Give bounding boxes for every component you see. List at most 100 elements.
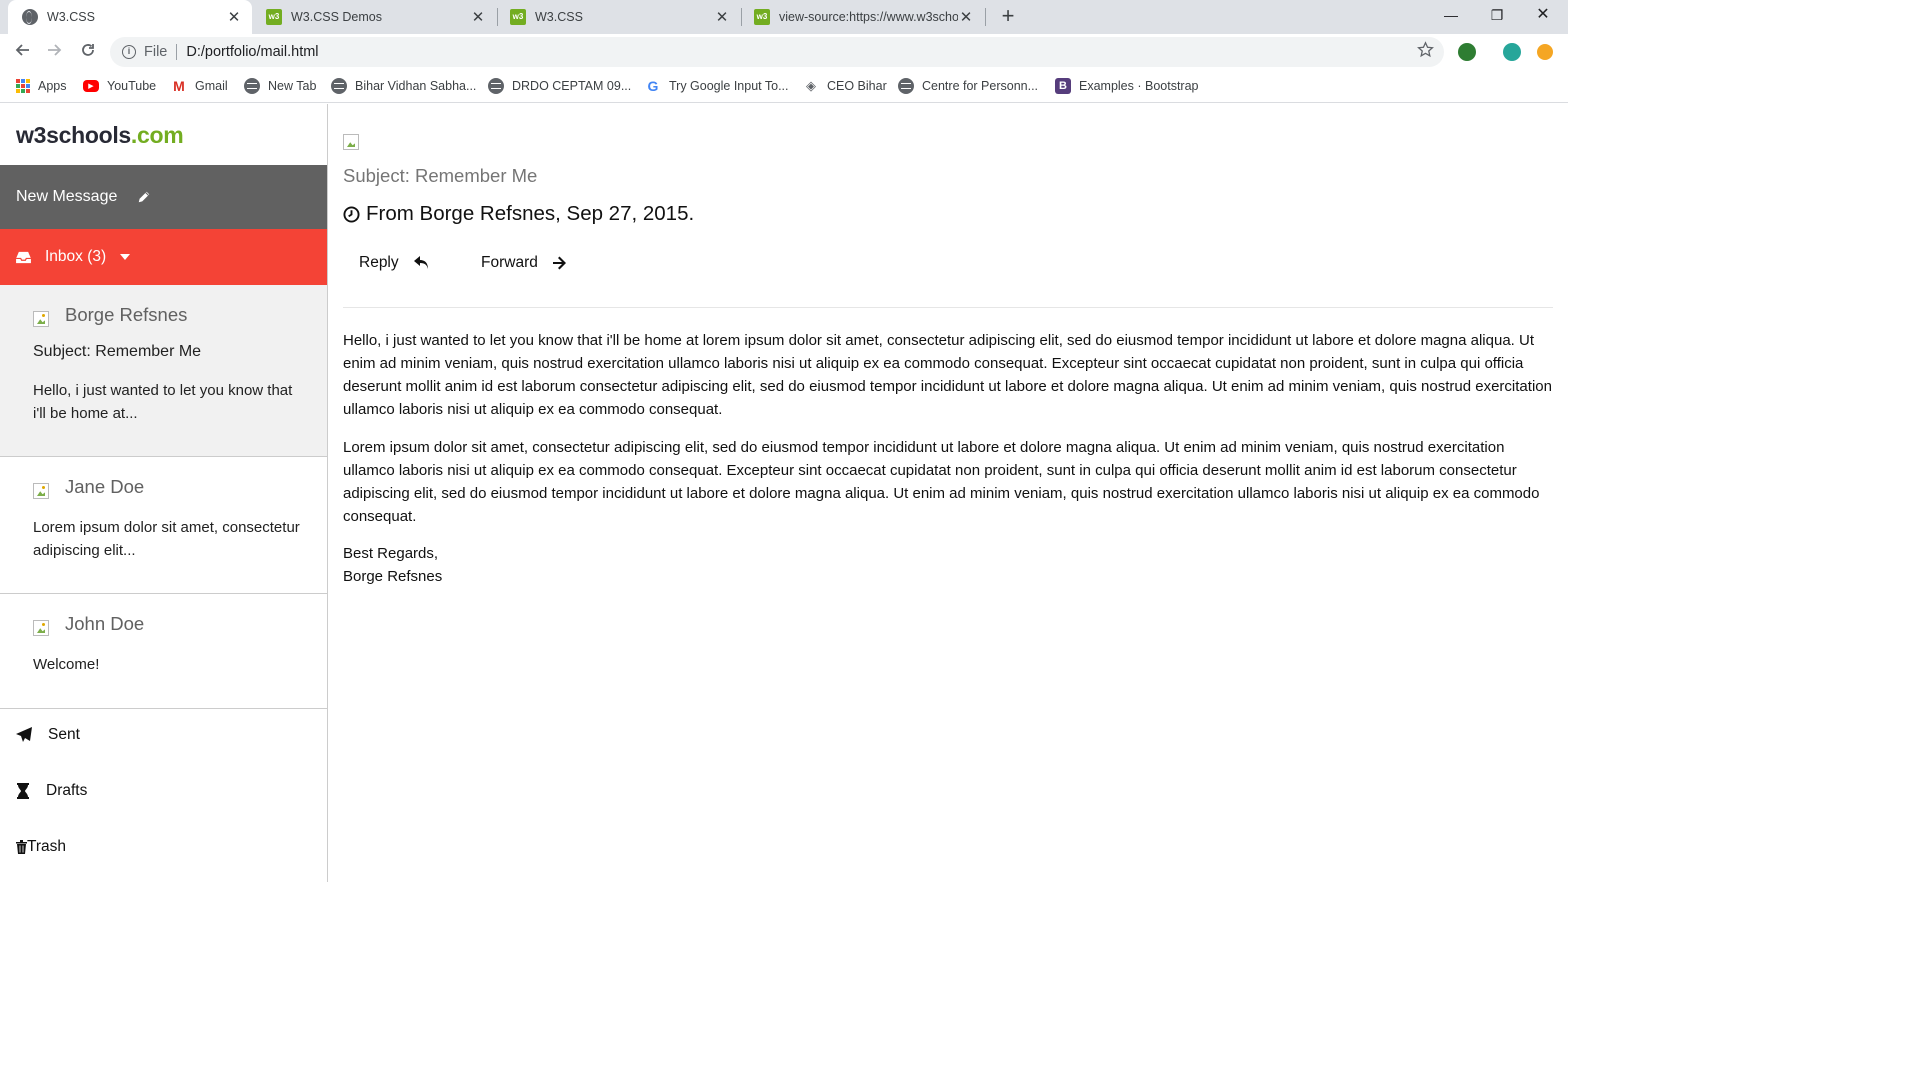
reply-button[interactable]: Reply xyxy=(359,251,430,275)
browser-tab-strip: W3.CSS ✕ w3 W3.CSS Demos ✕ w3 W3.CSS ✕ w… xyxy=(0,0,1568,34)
back-button[interactable] xyxy=(10,40,34,64)
bookmark-label: DRDO CEPTAM 09... xyxy=(512,79,632,93)
bookmark-youtube[interactable]: ▶ YouTube xyxy=(83,77,156,95)
browser-toolbar: i File D:/portfolio/mail.html xyxy=(0,34,1568,70)
bookmark-google-input-tools[interactable]: G Try Google Input To... xyxy=(645,77,789,95)
forward-button[interactable] xyxy=(43,40,67,64)
google-icon: G xyxy=(647,78,659,94)
bookmark-star-icon[interactable] xyxy=(1417,41,1434,63)
nav-label: Sent xyxy=(48,726,80,743)
trash-icon xyxy=(16,840,27,854)
inbox-label: Inbox (3) xyxy=(45,248,107,265)
avatar xyxy=(33,620,49,636)
bookmark-ceo-bihar[interactable]: ◈ CEO Bihar xyxy=(803,77,887,95)
inbox-dropdown-button[interactable]: Inbox (3) xyxy=(0,229,327,285)
bookmark-gmail[interactable]: M Gmail xyxy=(171,77,228,95)
paper-plane-icon xyxy=(16,727,32,742)
avatar xyxy=(33,483,49,499)
clock-icon xyxy=(343,205,360,223)
bookmark-drdo-ceptam[interactable]: DRDO CEPTAM 09... xyxy=(488,77,631,95)
bookmark-label: Gmail xyxy=(195,79,228,93)
message-subject: Subject: Remember Me xyxy=(343,165,538,186)
info-icon[interactable]: i xyxy=(122,45,136,59)
avatar xyxy=(33,311,49,327)
reload-button[interactable] xyxy=(76,40,100,64)
mail-sender: Jane Doe xyxy=(65,476,145,497)
tab-title: W3.CSS xyxy=(535,10,583,24)
address-separator xyxy=(176,44,178,60)
nav-sent[interactable]: Sent xyxy=(16,726,80,744)
profile-avatar-icon[interactable] xyxy=(1503,43,1521,61)
reply-label: Reply xyxy=(359,254,399,271)
mail-item-jane-doe[interactable]: Jane Doe Lorem ipsum dolor sit amet, con… xyxy=(0,457,327,594)
extension-globe-icon[interactable] xyxy=(1458,43,1476,61)
bookmark-bihar-vidhan-sabha[interactable]: Bihar Vidhan Sabha... xyxy=(331,77,476,95)
browser-tab-view-source[interactable]: w3 view-source:https://www.w3schoo ✕ xyxy=(740,0,984,34)
nav-drafts[interactable]: Drafts xyxy=(16,782,87,800)
apps-grid-icon xyxy=(16,79,30,93)
youtube-icon: ▶ xyxy=(83,80,99,92)
tab-close-icon[interactable]: ✕ xyxy=(714,8,730,26)
tab-close-icon[interactable]: ✕ xyxy=(226,8,242,26)
bookmark-new-tab[interactable]: New Tab xyxy=(244,77,316,95)
address-scheme: File xyxy=(144,44,168,60)
globe-icon xyxy=(22,9,38,25)
minimize-button[interactable]: — xyxy=(1428,0,1474,30)
w3schools-logo[interactable]: w3schools.com xyxy=(16,122,184,149)
close-window-button[interactable]: ✕ xyxy=(1520,0,1566,30)
globe-icon xyxy=(244,78,260,94)
tab-separator xyxy=(985,8,986,26)
mail-preview: Lorem ipsum dolor sit amet, consectetur … xyxy=(33,519,300,559)
ceo-icon: ◈ xyxy=(806,78,816,93)
bookmark-centre-for-personnel[interactable]: Centre for Personn... xyxy=(898,77,1038,95)
nav-trash[interactable]: Trash xyxy=(16,838,66,856)
nav-label: Trash xyxy=(27,838,67,855)
bookmark-label: Centre for Personn... xyxy=(922,79,1039,93)
message-view: Subject: Remember Me From Borge Refsnes,… xyxy=(328,104,1568,882)
bootstrap-icon: B xyxy=(1055,78,1071,94)
w3schools-icon: w3 xyxy=(266,9,282,25)
tab-close-icon[interactable]: ✕ xyxy=(470,8,486,26)
reload-icon xyxy=(82,44,94,56)
globe-icon xyxy=(488,78,504,94)
mail-sender: John Doe xyxy=(65,613,145,634)
message-paragraph: Lorem ipsum dolor sit amet, consectetur … xyxy=(343,439,1540,525)
address-bar[interactable]: i File D:/portfolio/mail.html xyxy=(110,37,1444,67)
bookmark-label: Bihar Vidhan Sabha... xyxy=(355,79,477,93)
mail-item-borge-refsnes[interactable]: Borge Refsnes Subject: Remember Me Hello… xyxy=(0,285,327,457)
message-paragraph: Hello, i just wanted to let you know tha… xyxy=(343,332,1552,418)
message-signoff: Best Regards, xyxy=(343,545,439,562)
tab-close-icon[interactable]: ✕ xyxy=(958,8,974,26)
reply-arrow-icon xyxy=(413,256,428,269)
update-alert-icon[interactable] xyxy=(1537,44,1553,60)
bookmark-bootstrap-examples[interactable]: B Examples · Bootstrap xyxy=(1055,77,1199,95)
logo-text: w3schools xyxy=(16,122,131,148)
mail-sender: Borge Refsnes xyxy=(65,304,188,325)
pencil-icon xyxy=(139,191,150,203)
bookmark-label: CEO Bihar xyxy=(827,79,887,93)
gmail-icon: M xyxy=(173,78,185,94)
address-url[interactable]: D:/portfolio/mail.html xyxy=(186,44,318,60)
browser-tab-w3css[interactable]: W3.CSS ✕ xyxy=(8,0,252,34)
nav-label: Drafts xyxy=(46,782,88,799)
tab-title: W3.CSS xyxy=(47,10,95,24)
new-message-label: New Message xyxy=(16,188,118,205)
tab-title: view-source:https://www.w3schoo xyxy=(779,10,958,24)
new-message-button[interactable]: New Message xyxy=(0,165,327,229)
mail-preview: Hello, i just wanted to let you know tha… xyxy=(33,382,293,422)
maximize-button[interactable]: ❐ xyxy=(1474,0,1520,30)
message-from: From Borge Refsnes, Sep 27, 2015. xyxy=(366,202,695,225)
globe-icon xyxy=(331,78,347,94)
browser-tab-w3css-demos[interactable]: w3 W3.CSS Demos ✕ xyxy=(252,0,496,34)
bookmark-apps[interactable]: Apps xyxy=(16,77,67,95)
forward-button[interactable]: Forward xyxy=(481,251,567,275)
sender-avatar xyxy=(343,134,359,150)
mail-item-john-doe[interactable]: John Doe Welcome! xyxy=(0,594,327,709)
browser-tab-w3css-2[interactable]: w3 W3.CSS ✕ xyxy=(496,0,740,34)
message-divider xyxy=(343,307,1553,308)
bookmark-label: New Tab xyxy=(268,79,317,93)
bookmark-label: Try Google Input To... xyxy=(669,79,789,93)
new-tab-button[interactable]: + xyxy=(997,4,1019,30)
w3schools-icon: w3 xyxy=(754,9,770,25)
arrow-right-icon xyxy=(552,256,566,270)
